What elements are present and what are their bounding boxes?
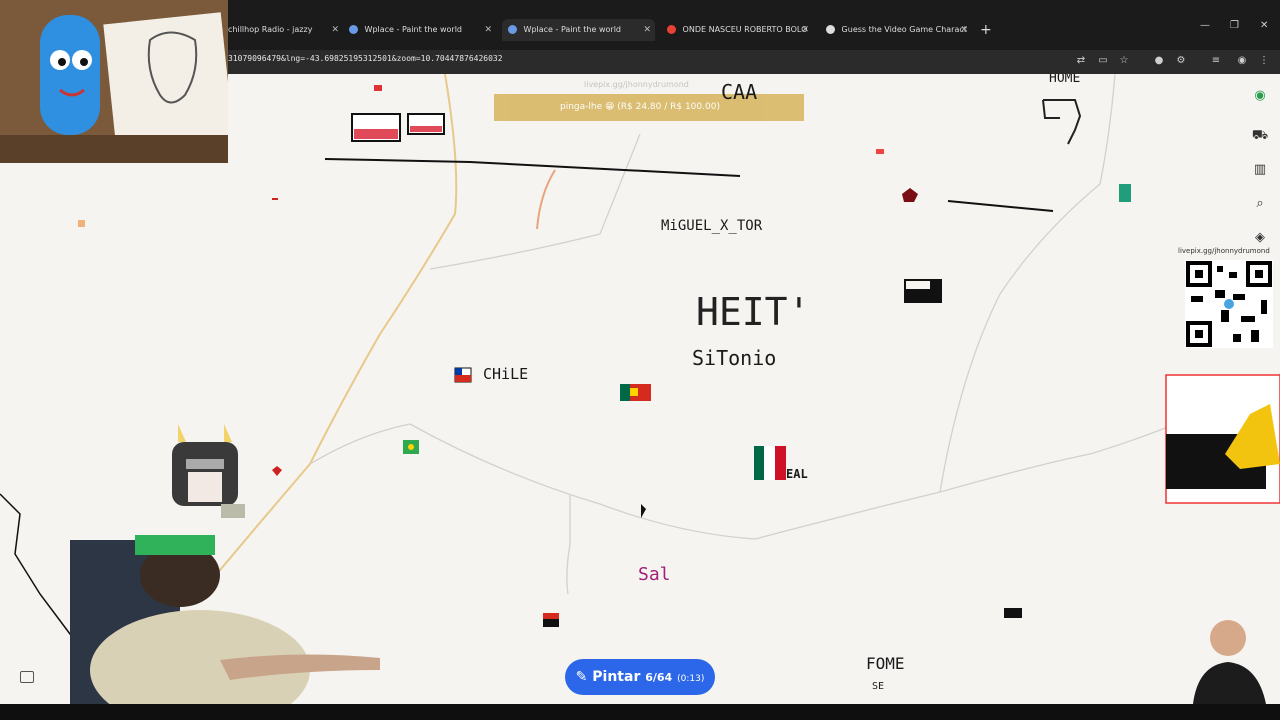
layers-icon[interactable]: ◈ bbox=[1250, 228, 1270, 248]
menu-icon[interactable]: ⋮ bbox=[1258, 55, 1270, 67]
new-tab-button[interactable]: + bbox=[980, 19, 996, 41]
pixel-character-art bbox=[172, 424, 245, 520]
extension-icon[interactable]: ● bbox=[1153, 55, 1165, 67]
map-label-sal: Sal bbox=[638, 564, 671, 585]
cart-icon[interactable]: ⛟ bbox=[1250, 126, 1270, 146]
map-label-home: HOME bbox=[1049, 74, 1081, 86]
map-label-sitonio: SiTonio bbox=[692, 346, 777, 370]
tab-wplace-active[interactable]: Wplace - Paint the world ✕ bbox=[502, 19, 655, 41]
tab-chillhop[interactable]: chillhop Radio - jazzy ✕ bbox=[228, 19, 343, 41]
close-tab-icon[interactable]: ✕ bbox=[643, 19, 651, 41]
cast-icon[interactable]: ▭ bbox=[1097, 55, 1109, 67]
webcam-overlay-right bbox=[1178, 610, 1278, 704]
maximize-icon[interactable]: ❐ bbox=[1230, 20, 1239, 31]
donation-goal-banner: livepix.gg/jhonnydrumond pinga-lhe 😁 (R$… bbox=[494, 80, 804, 121]
streamer-art-overlay bbox=[0, 0, 235, 163]
tab-guess-game[interactable]: Guess the Video Game Charact ✕ bbox=[820, 19, 972, 41]
map-label-miguel: MiGUEL_X_TOR bbox=[661, 218, 763, 234]
paint-button[interactable]: ✎ Pintar 6/64 (0:13) bbox=[565, 659, 715, 695]
globe-icon bbox=[508, 25, 517, 34]
leaderboard-icon[interactable]: ▥ bbox=[1250, 160, 1270, 180]
close-tab-icon[interactable]: ✕ bbox=[484, 19, 492, 41]
avatar-icon[interactable]: ◉ bbox=[1250, 86, 1270, 106]
tab-roberto[interactable]: ONDE NASCEU ROBERTO BOLO ✕ bbox=[661, 19, 813, 41]
url-field[interactable]: 31079096479&lng=-43.69825195312501&zoom=… bbox=[228, 54, 503, 63]
profile-icon[interactable]: ◉ bbox=[1236, 55, 1248, 67]
qr-caption: livepix.gg/jhonnydrumond bbox=[1178, 247, 1270, 255]
media-icon[interactable]: ≡ bbox=[1210, 55, 1222, 67]
brush-icon: ✎ bbox=[575, 669, 588, 685]
map-label-heit: HEIT' bbox=[696, 290, 811, 334]
minimize-icon[interactable]: — bbox=[1200, 20, 1210, 31]
translate-icon[interactable]: ⇄ bbox=[1075, 55, 1087, 67]
tab-wplace-1[interactable]: Wplace - Paint the world ✕ bbox=[343, 19, 496, 41]
star-icon[interactable]: ☆ bbox=[1118, 55, 1130, 67]
close-tab-icon[interactable]: ✕ bbox=[960, 19, 968, 41]
bottom-edge bbox=[0, 704, 1280, 720]
close-window-icon[interactable]: ✕ bbox=[1260, 20, 1268, 31]
search-icon[interactable]: ⌕ bbox=[1250, 194, 1270, 214]
globe-icon bbox=[349, 25, 358, 34]
map-info-icon[interactable] bbox=[20, 671, 34, 683]
map-label-fome: FOME bbox=[866, 654, 905, 673]
qr-code-image bbox=[1185, 260, 1273, 348]
pixel-face-art bbox=[351, 113, 445, 142]
map-label-se: SE bbox=[872, 681, 885, 692]
pixel-sketch-art bbox=[1042, 99, 1082, 145]
extensions-icon[interactable]: ⚙ bbox=[1175, 55, 1187, 67]
close-tab-icon[interactable]: ✕ bbox=[331, 19, 339, 41]
mouse-cursor-icon bbox=[641, 504, 646, 518]
map-label-chile: CHiLE bbox=[483, 365, 529, 383]
google-icon bbox=[667, 25, 676, 34]
webcam-overlay-left bbox=[40, 530, 380, 720]
map-label-caa: CAA bbox=[721, 80, 758, 104]
map-label-real: EAL bbox=[786, 467, 808, 481]
close-tab-icon[interactable]: ✕ bbox=[801, 19, 809, 41]
site-icon bbox=[826, 25, 835, 34]
